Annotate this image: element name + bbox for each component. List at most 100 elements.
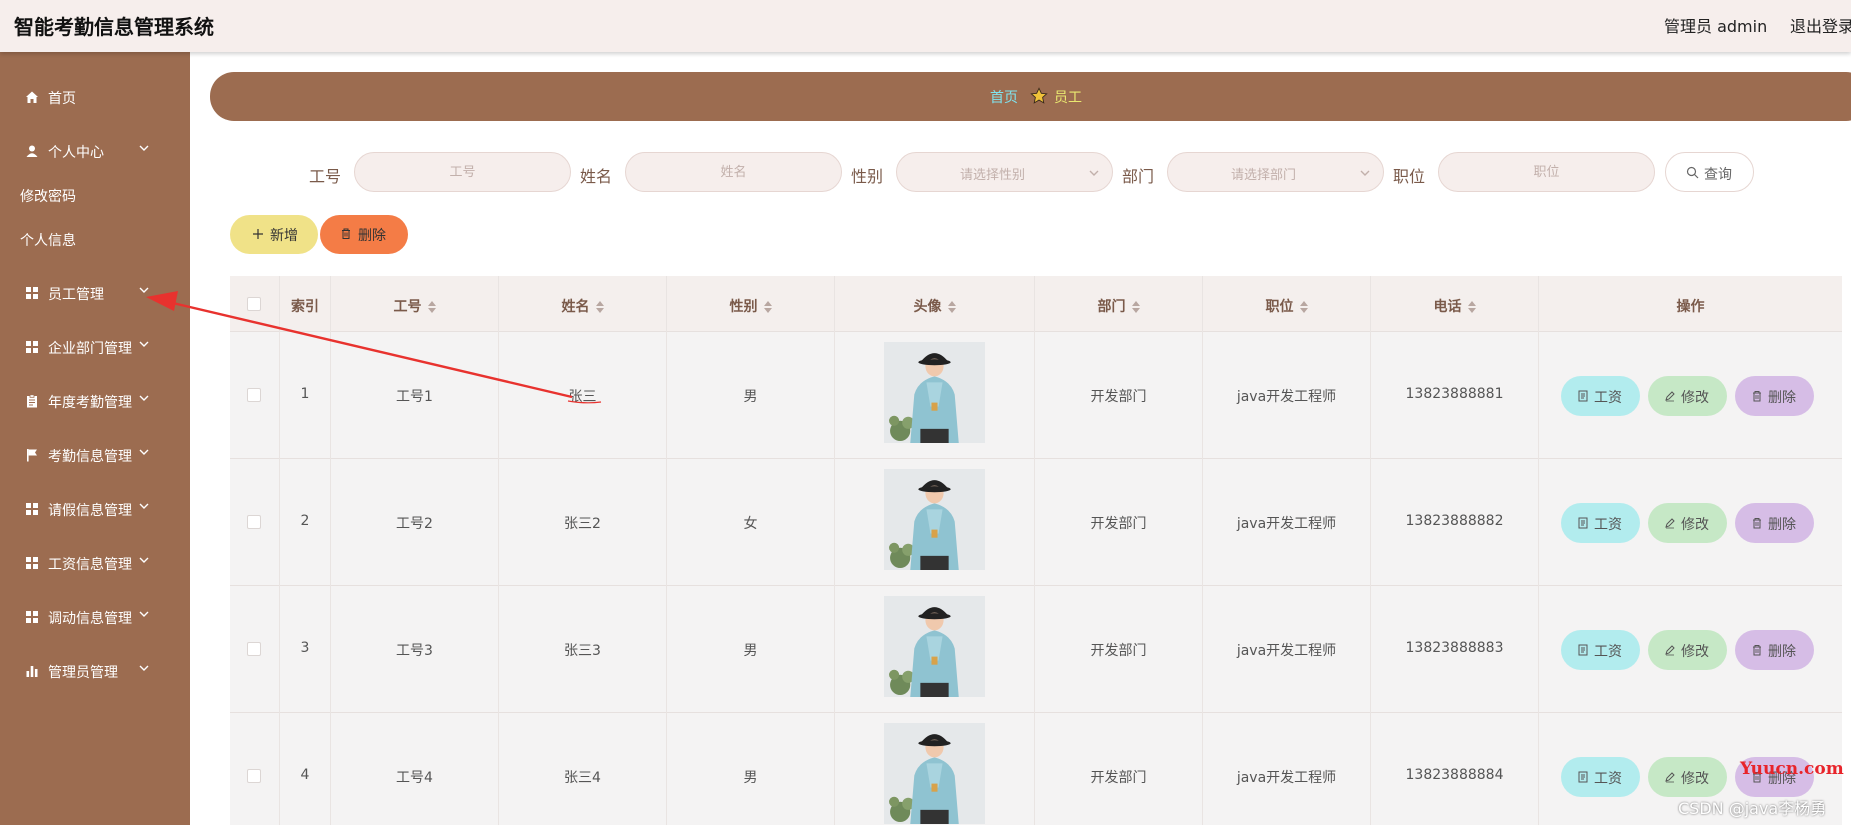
cell-gonghao: 工号1 [396,389,433,405]
sidebar-sub-personal-info[interactable]: 个人信息 [20,230,180,256]
sidebar-item-label: 工资信息管理 [48,557,132,573]
current-user-label: 管理员 admin [1664,17,1768,36]
chevron-down-icon [138,392,150,404]
sidebar-item-admin[interactable]: 管理员管理 [0,656,190,686]
edit-button[interactable]: 修改 [1648,503,1727,543]
name-input[interactable] [625,152,842,192]
sidebar-item-employee[interactable]: 员工管理 [0,278,190,308]
cell-name: 张三3 [564,643,601,659]
edit-icon [1664,517,1676,529]
sidebar-item-attendance-info[interactable]: 考勤信息管理 [0,440,190,470]
row-checkbox[interactable] [247,515,261,529]
top-header-bar: 智能考勤信息管理系统 管理员 admin 退出登录 [0,0,1851,52]
query-button[interactable]: 查询 [1665,152,1754,192]
delete-button[interactable]: 删除 [1735,376,1814,416]
sidebar-item-personal-center[interactable]: 个人中心 [0,136,190,166]
row-checkbox[interactable] [247,642,261,656]
chevron-down-icon [138,284,150,296]
edit-label: 修改 [1681,771,1709,787]
column-header-dept[interactable]: 部门 [1035,296,1202,316]
table-row: 4 工号4 张三4 男 开发部门 java开发工程师 13823888884 工… [230,713,1842,825]
app-title: 智能考勤信息管理系统 [14,15,214,39]
cell-gender: 男 [743,770,758,786]
row-checkbox[interactable] [247,388,261,402]
column-header-index: 索引 [291,299,319,315]
select-all-checkbox[interactable] [247,297,261,311]
column-header-name[interactable]: 姓名 [499,296,666,316]
edit-button[interactable]: 修改 [1648,630,1727,670]
sort-icon [428,301,436,313]
gonghao-label: 工号 [309,167,342,186]
sidebar-item-home[interactable]: 首页 [0,82,190,112]
dept-select[interactable]: 请选择部门 [1167,152,1384,192]
delete-button[interactable]: 删除 [1735,630,1814,670]
cell-name: 张三4 [564,770,601,786]
cell-phone: 13823888884 [1405,767,1504,783]
sidebar-item-transfer-info[interactable]: 调动信息管理 [0,602,190,632]
edit-label: 修改 [1681,390,1709,406]
edit-label: 修改 [1681,517,1709,533]
plus-icon [253,229,263,239]
column-header-position[interactable]: 职位 [1203,296,1370,316]
gonghao-input[interactable] [354,152,571,192]
document-icon [1577,771,1589,783]
document-icon [1577,390,1589,402]
position-label: 职位 [1393,167,1426,186]
grid-icon [25,502,39,516]
edit-icon [1664,390,1676,402]
salary-button[interactable]: 工资 [1561,376,1640,416]
sidebar-item-leave-info[interactable]: 请假信息管理 [0,494,190,524]
sidebar-item-department[interactable]: 企业部门管理 [0,332,190,362]
document-icon [1577,644,1589,656]
sidebar-item-annual-attendance[interactable]: 年度考勤管理 [0,386,190,416]
salary-button[interactable]: 工资 [1561,757,1640,797]
batch-delete-button[interactable]: 删除 [320,215,408,254]
cell-dept: 开发部门 [1090,643,1147,659]
logout-link[interactable]: 退出登录 [1790,13,1851,37]
add-button[interactable]: 新增 [230,215,318,254]
edit-button[interactable]: 修改 [1648,376,1727,416]
grid-icon [25,340,39,354]
cell-phone: 13823888882 [1405,513,1504,529]
salary-label: 工资 [1594,390,1622,406]
cell-dept: 开发部门 [1090,389,1147,405]
sidebar-sub-label: 个人信息 [20,233,76,249]
salary-label: 工资 [1594,771,1622,787]
cell-phone: 13823888883 [1405,640,1504,656]
column-header-gender[interactable]: 性别 [667,296,834,316]
sidebar-item-label: 年度考勤管理 [48,395,132,411]
column-header-avatar[interactable]: 头像 [835,296,1034,316]
salary-button[interactable]: 工资 [1561,503,1640,543]
avatar [884,596,985,697]
cell-phone: 13823888881 [1405,386,1504,402]
cell-name: 张三 [568,389,597,405]
column-header-phone[interactable]: 电话 [1371,296,1538,316]
sidebar-item-salary-info[interactable]: 工资信息管理 [0,548,190,578]
column-header-gonghao[interactable]: 工号 [331,296,498,316]
breadcrumb-current: 员工 [1054,90,1082,106]
cell-position: java开发工程师 [1236,643,1337,659]
row-checkbox[interactable] [247,769,261,783]
gender-label: 性别 [851,167,884,186]
dept-select-placeholder: 请选择部门 [1230,168,1296,183]
cell-gonghao: 工号4 [396,770,433,786]
edit-button[interactable]: 修改 [1648,757,1727,797]
cell-gender: 女 [743,516,758,532]
salary-button[interactable]: 工资 [1561,630,1640,670]
star-icon [1030,87,1048,104]
delete-button[interactable]: 删除 [1735,503,1814,543]
yuucn-watermark: Yuucn.com [1740,759,1844,779]
cell-dept: 开发部门 [1090,770,1147,786]
position-input[interactable] [1438,152,1655,192]
breadcrumb-home-link[interactable]: 首页 [990,87,1018,107]
chevron-down-icon [138,500,150,512]
sidebar-item-label: 管理员管理 [48,665,118,681]
gender-select[interactable]: 请选择性别 [896,152,1113,192]
cell-index: 3 [300,640,310,656]
cell-gonghao: 工号2 [396,516,433,532]
table-header: 索引 工号 姓名 性别 头像 部门 职位 电话 操作 [230,276,1842,332]
sort-icon [948,301,956,313]
sort-icon [596,301,604,313]
sidebar-sub-change-password[interactable]: 修改密码 [20,186,180,212]
chevron-down-icon [1359,167,1371,179]
